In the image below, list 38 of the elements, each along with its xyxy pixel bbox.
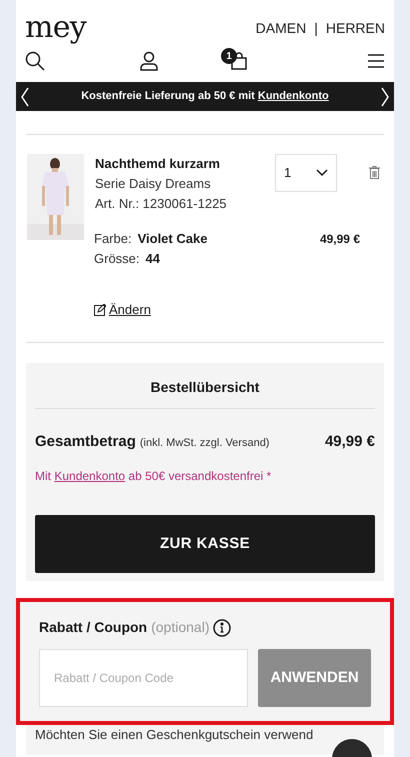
trash-icon[interactable] bbox=[369, 166, 380, 179]
color-label: Farbe: bbox=[94, 230, 132, 248]
summary-title: Bestellübersicht bbox=[150, 378, 260, 396]
coupon-code-field[interactable]: Rabatt / Coupon Code bbox=[39, 649, 248, 707]
banner-text: Kostenfreie Lieferung ab 50 € mit Kundenkonto bbox=[81, 89, 329, 104]
size-value: 44 bbox=[146, 250, 160, 268]
nav-link[interactable]: DAMEN bbox=[256, 18, 306, 38]
product-name: Nachthemd kurzarm bbox=[95, 155, 221, 173]
brand-logo[interactable]: mey bbox=[25, 13, 86, 43]
article-number: Art. Nr.: 1230061-1225 bbox=[95, 195, 227, 213]
gift-voucher-text: Möchten Sie einen Geschenkgutschein verwend bbox=[34, 726, 314, 744]
shipping-promo-text: Mit Kundenkonto ab 50€ versandkostenfrei * bbox=[35, 468, 272, 485]
customer-account-link[interactable]: Kundenkonto bbox=[54, 469, 126, 483]
chevron-right-icon[interactable] bbox=[380, 86, 390, 106]
edit-link[interactable]: Ändern bbox=[94, 300, 151, 320]
checkout-button[interactable]: ZUR KASSE bbox=[35, 515, 375, 573]
coupon-title: Rabatt / Coupon bbox=[39, 618, 148, 637]
nav-separator: | bbox=[314, 18, 318, 38]
customer-account-link[interactable]: Kundenkonto bbox=[258, 90, 329, 102]
total-amount: 49,99 € bbox=[324, 432, 375, 452]
item-price: 49,99 € bbox=[320, 231, 360, 248]
color-value: Violet Cake bbox=[138, 230, 208, 248]
quantity-select[interactable]: 1 bbox=[275, 154, 337, 192]
optional-label: (optional) bbox=[151, 618, 210, 637]
size-label: Grösse: bbox=[94, 250, 140, 268]
nav-link[interactable]: HERREN bbox=[326, 18, 385, 38]
total-note: (inkl. MwSt. zzgl. Versand) bbox=[140, 436, 270, 450]
chevron-down-icon[interactable] bbox=[316, 169, 328, 177]
product-series: Serie Daisy Dreams bbox=[95, 175, 212, 193]
cart-count-badge: 1 bbox=[221, 48, 237, 64]
menu-icon[interactable] bbox=[367, 53, 385, 69]
pencil-icon[interactable] bbox=[94, 304, 106, 316]
info-icon[interactable] bbox=[213, 618, 232, 636]
user-icon[interactable] bbox=[139, 51, 159, 71]
shopping-bag-icon[interactable] bbox=[231, 52, 247, 70]
total-label: Gesamtbetrag bbox=[35, 432, 136, 452]
chevron-left-icon[interactable] bbox=[20, 86, 30, 106]
search-icon[interactable] bbox=[25, 51, 45, 71]
